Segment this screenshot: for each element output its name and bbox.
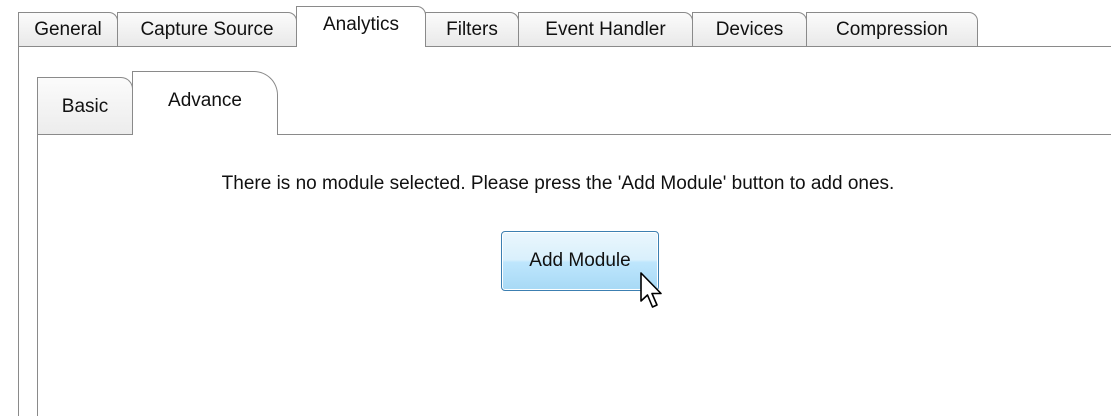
tab-capture-source[interactable]: Capture Source xyxy=(117,12,297,46)
tab-filters[interactable]: Filters xyxy=(425,12,519,46)
tab-general[interactable]: General xyxy=(18,12,118,46)
tab-analytics[interactable]: Analytics xyxy=(296,6,426,48)
tab-event-handler-label: Event Handler xyxy=(545,18,666,40)
tab-general-label: General xyxy=(34,18,102,40)
settings-window: General Capture Source Analytics Filters… xyxy=(0,0,1111,416)
tab-filters-label: Filters xyxy=(446,18,498,40)
top-tab-strip: General Capture Source Analytics Filters… xyxy=(18,6,978,48)
tab-compression-label: Compression xyxy=(836,18,948,40)
add-module-button[interactable]: Add Module xyxy=(501,231,659,291)
no-module-message: There is no module selected. Please pres… xyxy=(221,173,895,194)
add-module-button-label: Add Module xyxy=(529,250,631,271)
tab-event-handler[interactable]: Event Handler xyxy=(518,12,693,46)
tab-devices-label: Devices xyxy=(715,18,784,40)
analytics-tab-panel: Basic Advance There is no module selecte… xyxy=(18,46,1111,416)
tab-analytics-label: Analytics xyxy=(322,13,400,35)
tab-devices[interactable]: Devices xyxy=(692,12,807,46)
advance-tab-panel: There is no module selected. Please pres… xyxy=(37,134,1111,416)
tab-advance-label: Advance xyxy=(168,89,242,111)
analytics-subtab-strip: Basic Advance xyxy=(37,71,278,137)
tab-basic-label: Basic xyxy=(61,95,109,117)
mouse-pointer-icon xyxy=(640,272,662,308)
tab-basic[interactable]: Basic xyxy=(37,77,133,135)
tab-advance[interactable]: Advance xyxy=(132,71,278,137)
tab-capture-source-label: Capture Source xyxy=(140,18,274,40)
tab-compression[interactable]: Compression xyxy=(806,12,978,46)
